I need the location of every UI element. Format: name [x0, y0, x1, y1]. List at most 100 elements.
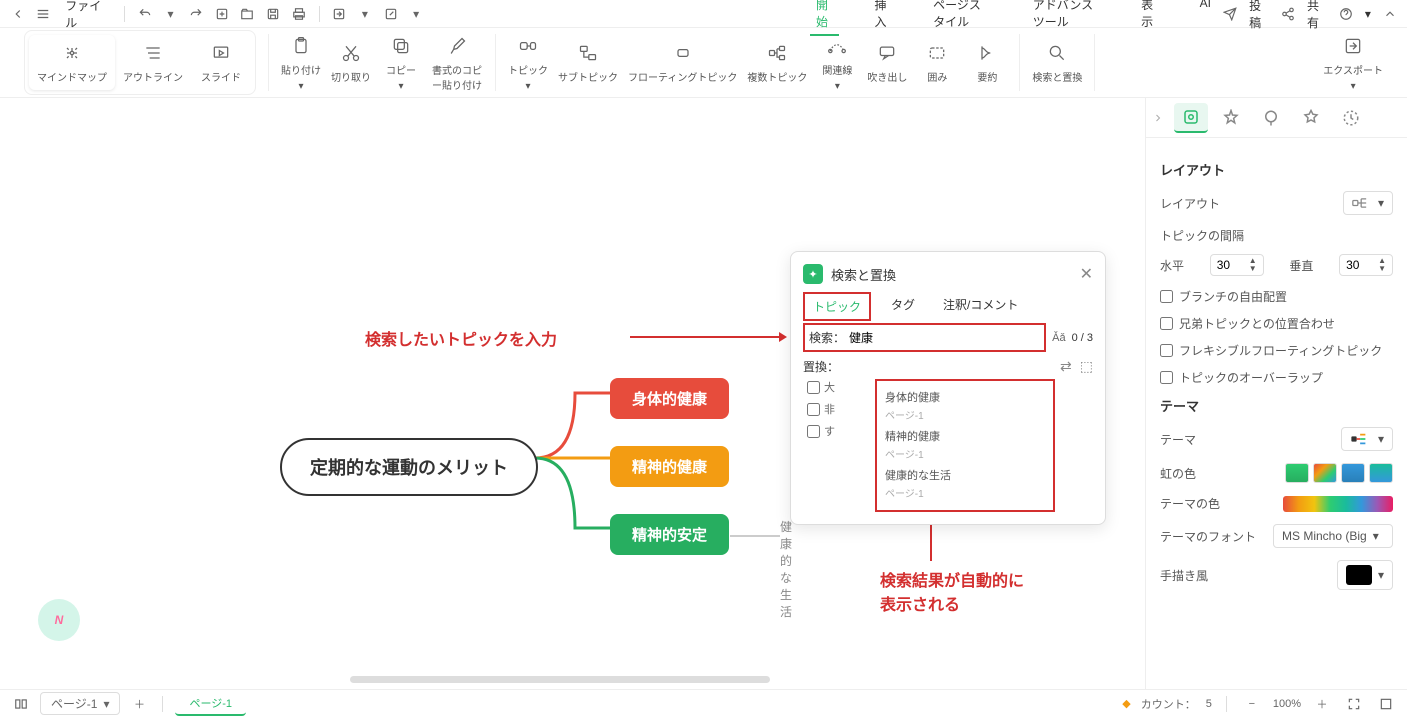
multiple-button[interactable]: 複数トピック — [747, 41, 807, 84]
view-slide-label: スライド — [201, 69, 241, 84]
rainbow-label: 虹の色 — [1160, 465, 1196, 482]
replace-label: 置換： — [803, 358, 839, 375]
collapse-up-icon[interactable] — [1381, 3, 1399, 25]
tab-pagestyle[interactable]: ページスタイル — [927, 0, 997, 36]
share-net-icon[interactable] — [1279, 3, 1297, 25]
chevron-down-icon[interactable]: ▾ — [161, 3, 181, 25]
theme-color-bar[interactable] — [1283, 496, 1393, 512]
zoom-out-icon[interactable]: − — [1241, 693, 1263, 715]
search-replace-button[interactable]: 検索と置換 — [1032, 41, 1082, 84]
edit-icon[interactable] — [381, 3, 401, 25]
dialog-tab-note[interactable]: 注釈/コメント — [935, 292, 1026, 321]
new-icon[interactable] — [212, 3, 232, 25]
chk-flex-floating[interactable]: フレキシブルフローティングトピック — [1160, 342, 1393, 359]
search-input[interactable] — [849, 331, 1040, 345]
view-mindmap[interactable]: マインドマップ — [29, 35, 115, 90]
export-button[interactable]: エクスポート▾ — [1323, 34, 1383, 92]
topic-button[interactable]: トピック▾ — [508, 34, 548, 92]
boundary-button[interactable]: 囲み — [917, 41, 957, 84]
chk-overlap[interactable]: トピックのオーバーラップ — [1160, 369, 1393, 386]
page-select[interactable]: ページ-1 ▾ — [40, 692, 120, 715]
callout-button[interactable]: 吹き出し — [867, 41, 907, 84]
rainbow-swatches[interactable] — [1285, 463, 1393, 483]
replace-all-icon[interactable]: ⬚ — [1080, 358, 1093, 375]
post-label[interactable]: 投稿 — [1249, 0, 1269, 31]
copy-button[interactable]: コピー▾ — [381, 34, 421, 92]
export-icon — [1341, 34, 1365, 58]
child-topic-3[interactable]: 精神的安定 — [610, 514, 729, 555]
tab-advanced[interactable]: アドバンスツール — [1027, 0, 1105, 36]
canvas[interactable]: 定期的な運動のメリット 身体的健康 精神的健康 精神的安定 健康的な生活 検索し… — [0, 98, 1145, 689]
zoom-value: 100% — [1273, 698, 1301, 710]
paste-button[interactable]: 貼り付け▾ — [281, 34, 321, 92]
add-page-icon[interactable]: ＋ — [128, 693, 150, 715]
pages-icon[interactable] — [10, 693, 32, 715]
save-icon[interactable] — [263, 3, 283, 25]
panel-tab-layout-icon[interactable] — [1174, 103, 1208, 133]
back-icon[interactable] — [8, 3, 28, 25]
result-item[interactable]: 健康的な生活 — [885, 465, 1045, 485]
page-tab[interactable]: ページ-1 — [175, 692, 246, 716]
fit-icon[interactable] — [1343, 693, 1365, 715]
share-label[interactable]: 共有 — [1307, 0, 1327, 31]
ai-avatar[interactable]: N — [38, 599, 80, 641]
hand-drawn-label: 手描き風 — [1160, 567, 1208, 584]
case-toggle-icon[interactable]: Ǎǎ — [1052, 332, 1065, 344]
redo-icon[interactable] — [186, 3, 206, 25]
view-slide[interactable]: スライド — [191, 35, 251, 90]
view-outline[interactable]: アウトライン — [115, 35, 191, 90]
zoom-in-icon[interactable]: ＋ — [1311, 693, 1333, 715]
h-spacing-input[interactable]: ▲▼ — [1210, 254, 1264, 276]
chk-sibling-align[interactable]: 兄弟トピックとの位置合わせ — [1160, 315, 1393, 332]
chk-free-branch[interactable]: ブランチの自由配置 — [1160, 288, 1393, 305]
chk-hide[interactable]: 非 — [807, 401, 835, 417]
child-topic-2[interactable]: 精神的健康 — [610, 446, 729, 487]
replace-one-icon[interactable]: ⇄ — [1060, 358, 1072, 375]
hamburger-icon[interactable] — [34, 3, 54, 25]
chk-case[interactable]: 大 — [807, 379, 835, 395]
hand-color-select[interactable]: ▾ — [1337, 560, 1393, 590]
horizontal-scrollbar[interactable] — [350, 676, 770, 683]
panel-tab-mark-icon[interactable] — [1254, 103, 1288, 133]
layout-select[interactable]: ▾ — [1343, 191, 1393, 215]
v-spacing-input[interactable]: ▲▼ — [1339, 254, 1393, 276]
theme-font-label: テーマのフォント — [1160, 528, 1256, 545]
theme-select[interactable]: ▾ — [1341, 427, 1393, 451]
boundary-icon — [925, 41, 949, 65]
undo-icon[interactable] — [135, 3, 155, 25]
dialog-tab-tag[interactable]: タグ — [883, 292, 923, 321]
help-icon[interactable] — [1337, 3, 1355, 25]
mindmap-icon — [60, 41, 84, 65]
send-icon[interactable] — [1221, 3, 1239, 25]
print-icon[interactable] — [289, 3, 309, 25]
panel-tab-history-icon[interactable] — [1334, 103, 1368, 133]
summary-button[interactable]: 要約 — [967, 41, 1007, 84]
child-topic-1[interactable]: 身体的健康 — [610, 378, 729, 419]
panel-tab-icon-icon[interactable] — [1294, 103, 1328, 133]
result-item[interactable]: 身体的健康 — [885, 387, 1045, 407]
chevron-down-icon[interactable]: ▾ — [355, 3, 375, 25]
theme-font-select[interactable]: MS Mincho (Big ▾ — [1273, 524, 1393, 548]
chevron-down-icon[interactable]: ▾ — [406, 3, 426, 25]
close-icon[interactable]: ✕ — [1080, 264, 1093, 284]
grandchild-topic[interactable]: 健康的な生活 — [780, 518, 792, 620]
tab-view[interactable]: 表示 — [1135, 0, 1164, 36]
root-topic[interactable]: 定期的な運動のメリット — [280, 438, 538, 496]
tab-ai[interactable]: AI — [1194, 0, 1217, 36]
result-item[interactable]: 精神的健康 — [885, 426, 1045, 446]
dialog-tab-topic[interactable]: トピック — [803, 292, 871, 321]
cut-button[interactable]: 切り取り — [331, 41, 371, 84]
chk-all[interactable]: す — [807, 423, 835, 439]
panel-tab-style-icon[interactable] — [1214, 103, 1248, 133]
collapse-right-icon[interactable] — [1152, 112, 1164, 124]
layout-section-title: レイアウト — [1160, 160, 1393, 179]
floating-button[interactable]: フローティングトピック — [628, 41, 737, 84]
subtopic-button[interactable]: サブトピック — [558, 41, 618, 84]
tab-start[interactable]: 開始 — [810, 0, 839, 36]
fullscreen-icon[interactable] — [1375, 693, 1397, 715]
format-paste-button[interactable]: 書式のコピー貼り付け — [431, 34, 483, 92]
share-icon[interactable] — [329, 3, 349, 25]
tab-insert[interactable]: 挿入 — [869, 0, 898, 36]
relation-button[interactable]: 関連線▾ — [817, 34, 857, 92]
open-icon[interactable] — [238, 3, 258, 25]
